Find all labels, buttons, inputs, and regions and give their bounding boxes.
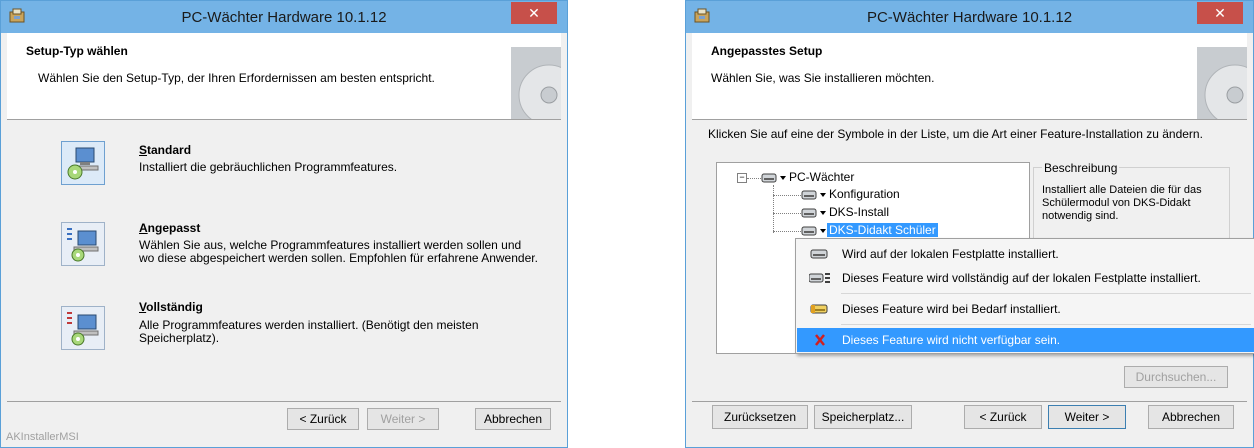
title-bar[interactable]: PC-Wächter Hardware 10.1.12 ✕ — [1, 1, 567, 33]
tree-connector — [773, 195, 801, 196]
disk-usage-button[interactable]: Speicherplatz... — [814, 405, 912, 429]
menu-item-label: Dieses Feature wird bei Bedarf installie… — [842, 302, 1061, 316]
menu-item-not-available[interactable]: Dieses Feature wird nicht verfügbar sein… — [797, 328, 1254, 352]
page-subtitle: Wählen Sie den Setup-Typ, der Ihren Erfo… — [38, 71, 435, 85]
hard-drive-dropdown-icon[interactable] — [761, 172, 787, 184]
menu-item-full-local-install[interactable]: Dieses Feature wird vollständig auf der … — [797, 266, 1254, 290]
cd-disc-icon — [511, 47, 561, 119]
divider — [692, 401, 1247, 402]
custom-option-title[interactable]: Angepasst — [139, 221, 200, 235]
tree-connector — [773, 231, 801, 232]
title-bar[interactable]: PC-Wächter Hardware 10.1.12 ✕ — [686, 1, 1253, 33]
custom-option-description: Wählen Sie aus, welche Programmfeatures … — [139, 238, 538, 265]
description-legend: Beschreibung — [1042, 161, 1120, 175]
hard-drive-full-icon — [809, 273, 830, 283]
next-button[interactable]: Weiter > — [367, 408, 439, 430]
complete-option-title[interactable]: Vollständig — [139, 300, 203, 314]
menu-item-label: Wird auf der lokalen Festplatte installi… — [842, 247, 1059, 261]
hard-drive-icon — [810, 249, 828, 259]
feature-state-menu: Wird auf der lokalen Festplatte installi… — [795, 238, 1254, 354]
menu-item-local-install[interactable]: Wird auf der lokalen Festplatte installi… — [797, 242, 1254, 266]
cancel-button[interactable]: Abbrechen — [1148, 405, 1234, 429]
tree-item-root[interactable]: PC-Wächter — [789, 170, 854, 184]
reset-button[interactable]: Zurücksetzen — [712, 405, 808, 429]
computer-checklist-full-icon — [67, 312, 99, 346]
hard-drive-dropdown-icon[interactable] — [801, 225, 827, 237]
collapse-icon[interactable]: − — [737, 173, 747, 183]
red-x-icon — [815, 334, 825, 346]
install-on-demand-icon — [810, 304, 828, 314]
complete-setup-icon[interactable] — [61, 306, 105, 350]
header-banner: Angepasstes Setup Wählen Sie, was Sie in… — [692, 33, 1247, 120]
cancel-button[interactable]: Abbrechen — [475, 408, 551, 430]
menu-item-label: Dieses Feature wird vollständig auf der … — [842, 271, 1201, 285]
menu-item-on-demand[interactable]: Dieses Feature wird bei Bedarf installie… — [797, 297, 1254, 321]
menu-separator — [841, 324, 1251, 325]
tree-item-dks-didakt-schueler[interactable]: DKS-Didakt Schüler — [827, 223, 938, 237]
back-button[interactable]: < Zurück — [964, 405, 1042, 429]
hard-drive-dropdown-icon[interactable] — [801, 207, 827, 219]
menu-separator — [841, 293, 1251, 294]
next-button[interactable]: Weiter > — [1048, 405, 1126, 429]
installer-watermark: AKInstallerMSI — [6, 431, 79, 443]
close-button[interactable]: ✕ — [1197, 2, 1243, 24]
divider — [7, 401, 561, 402]
close-button[interactable]: ✕ — [511, 2, 557, 24]
computer-checklist-icon — [67, 228, 99, 262]
browse-button[interactable]: Durchsuchen... — [1124, 366, 1228, 388]
tree-item-dks-install[interactable]: DKS-Install — [829, 205, 889, 219]
setup-type-window: PC-Wächter Hardware 10.1.12 ✕ Setup-Typ … — [0, 0, 568, 448]
back-button[interactable]: < Zurück — [287, 408, 359, 430]
cd-disc-icon — [1197, 47, 1247, 119]
custom-setup-window: PC-Wächter Hardware 10.1.12 ✕ Angepasste… — [685, 0, 1254, 448]
page-title: Angepasstes Setup — [711, 44, 823, 58]
tree-connector — [773, 185, 774, 233]
hard-drive-dropdown-icon[interactable] — [801, 189, 827, 201]
tree-connector — [747, 178, 761, 179]
tree-connector — [773, 213, 801, 214]
tree-item-configuration[interactable]: Konfiguration — [829, 187, 900, 201]
standard-option-title[interactable]: Standard — [139, 143, 191, 157]
description-text: Installiert alle Dateien die für das Sch… — [1042, 184, 1202, 222]
window-title: PC-Wächter Hardware 10.1.12 — [866, 9, 1073, 26]
standard-setup-icon[interactable] — [61, 141, 105, 185]
menu-item-label: Dieses Feature wird nicht verfügbar sein… — [842, 333, 1061, 347]
custom-setup-icon[interactable] — [61, 222, 105, 266]
page-subtitle: Wählen Sie, was Sie installieren möchten… — [711, 71, 935, 85]
header-banner: Setup-Typ wählen Wählen Sie den Setup-Ty… — [7, 33, 561, 120]
standard-option-description: Installiert die gebräuchlichen Programmf… — [139, 160, 398, 174]
page-title: Setup-Typ wählen — [26, 44, 128, 58]
computer-cd-icon — [67, 147, 99, 180]
instruction-text: Klicken Sie auf eine der Symbole in der … — [708, 127, 1203, 141]
window-title: PC-Wächter Hardware 10.1.12 — [181, 9, 387, 26]
complete-option-description: Alle Programmfeatures werden installiert… — [139, 318, 479, 345]
